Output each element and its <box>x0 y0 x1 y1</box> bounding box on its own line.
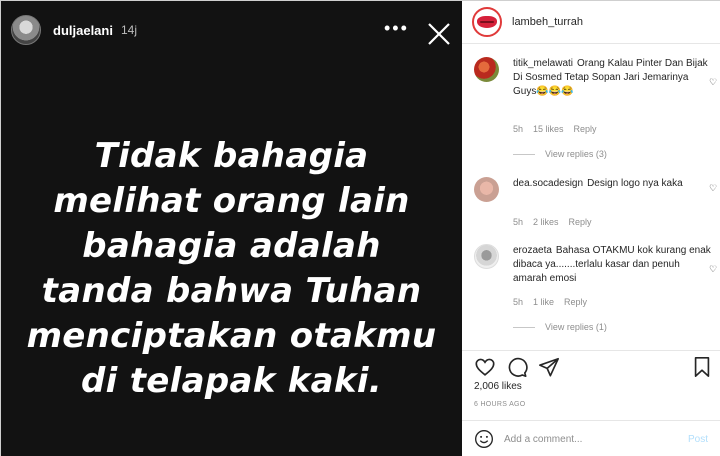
story-avatar[interactable] <box>11 15 41 45</box>
add-comment-bar: Post <box>462 420 720 456</box>
comment-heart-icon[interactable]: ♡ <box>709 77 717 88</box>
comment-username[interactable]: titik_melawati <box>513 58 573 69</box>
comment-meta: 5h 1 like Reply <box>513 297 597 307</box>
comment-time: 5h <box>513 124 524 134</box>
comments-list: titik_melawati Orang Kalau Pinter Dan Bij… <box>462 45 720 350</box>
story-viewer: duljaelani 14j ••• Tidak bahagia melihat… <box>1 1 462 456</box>
comment-heart-icon[interactable]: ♡ <box>709 264 717 275</box>
comment-body: erozaeta Bahasa OTAKMU kok kurang enak di… <box>513 244 713 286</box>
more-options-icon[interactable]: ••• <box>384 19 409 37</box>
lips-logo-icon <box>477 16 497 28</box>
comment-body: titik_melawati Orang Kalau Pinter Dan Bij… <box>513 57 713 99</box>
comment-meta: 5h 2 likes Reply <box>513 217 602 227</box>
view-replies-label[interactable]: View replies (1) <box>545 322 607 332</box>
comment-avatar[interactable] <box>474 57 499 82</box>
comment-likes[interactable]: 1 like <box>533 297 554 307</box>
post-actions: 2,006 likes 6 HOURS AGO <box>462 350 720 420</box>
replies-divider <box>513 326 535 328</box>
comment-body: dea.socadesign Design logo nya kaka <box>513 177 713 191</box>
view-replies[interactable]: View replies (3) <box>513 149 607 159</box>
account-name[interactable]: lambeh_turrah <box>512 16 583 28</box>
comment-time: 5h <box>513 297 524 307</box>
story-time: 14j <box>120 23 137 37</box>
bookmark-icon[interactable] <box>692 356 712 378</box>
story-username[interactable]: duljaelani <box>53 23 113 38</box>
comment-avatar[interactable] <box>474 177 499 202</box>
post-panel: lambeh_turrah titik_melawati Orang Kalau … <box>462 1 720 456</box>
share-icon[interactable] <box>538 356 560 378</box>
view-replies[interactable]: View replies (1) <box>513 322 607 332</box>
reply-button[interactable]: Reply <box>574 124 597 134</box>
comment-heart-icon[interactable]: ♡ <box>709 183 717 194</box>
comment-item: titik_melawati Orang Kalau Pinter Dan Bij… <box>474 57 717 167</box>
comment-item: dea.socadesign Design logo nya kaka 5h 2 l… <box>474 177 717 237</box>
heart-icon[interactable] <box>474 356 496 378</box>
comment-item: erozaeta Bahasa OTAKMU kok kurang enak di… <box>474 244 717 344</box>
comment-text: Design logo nya kaka <box>587 178 683 189</box>
story-text: Tidak bahagia melihat orang lain bahagia… <box>26 136 437 401</box>
comment-input[interactable] <box>504 433 674 445</box>
comment-likes[interactable]: 15 likes <box>533 124 564 134</box>
comment-time: 5h <box>513 217 524 227</box>
view-replies-label[interactable]: View replies (3) <box>545 149 607 159</box>
smiley-icon[interactable] <box>474 429 494 449</box>
reply-button[interactable]: Reply <box>564 297 587 307</box>
post-header: lambeh_turrah <box>462 1 720 44</box>
replies-divider <box>513 153 535 155</box>
close-icon[interactable] <box>424 19 454 49</box>
post-time-ago: 6 HOURS AGO <box>474 401 526 408</box>
post-button[interactable]: Post <box>688 434 708 445</box>
action-icons <box>474 356 560 378</box>
comment-avatar[interactable] <box>474 244 499 269</box>
comment-username[interactable]: erozaeta <box>513 245 552 256</box>
comment-likes[interactable]: 2 likes <box>533 217 559 227</box>
comment-username[interactable]: dea.socadesign <box>513 178 583 189</box>
likes-count[interactable]: 2,006 likes <box>474 381 522 392</box>
comment-icon[interactable] <box>506 356 528 378</box>
account-avatar[interactable] <box>472 7 502 37</box>
comment-meta: 5h 15 likes Reply <box>513 124 607 134</box>
reply-button[interactable]: Reply <box>569 217 592 227</box>
